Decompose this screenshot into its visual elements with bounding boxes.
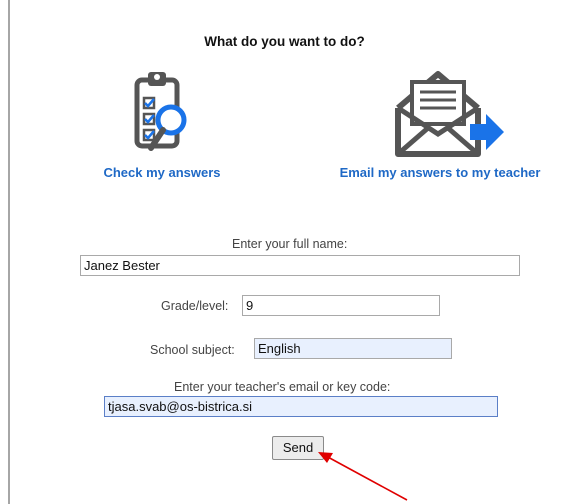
annotation-arrow <box>318 452 408 501</box>
